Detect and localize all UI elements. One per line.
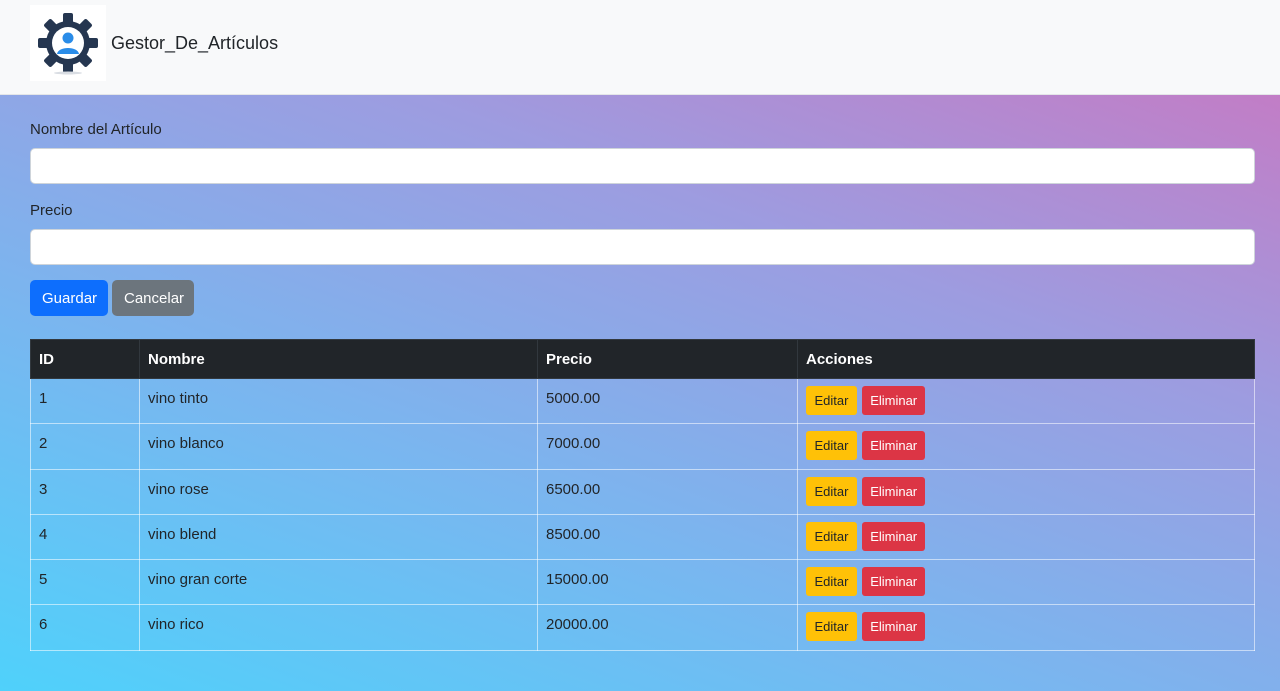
cell-actions: Editar Eliminar bbox=[797, 468, 1255, 515]
table-row: 2 vino blanco 7000.00 Editar Eliminar bbox=[30, 423, 1255, 470]
navbar: Gestor_De_Artículos bbox=[0, 0, 1280, 95]
delete-button[interactable]: Eliminar bbox=[862, 476, 926, 506]
delete-button[interactable]: Eliminar bbox=[862, 386, 926, 415]
table-row: 6 vino rico 20000.00 Editar Eliminar bbox=[30, 604, 1255, 651]
cell-nombre: vino rose bbox=[139, 468, 538, 515]
table-row: 4 vino blend 8500.00 Editar Eliminar bbox=[30, 513, 1255, 561]
brand-title[interactable]: Gestor_De_Artículos bbox=[111, 33, 278, 54]
brand-logo[interactable] bbox=[30, 5, 106, 81]
header-acciones: Acciones bbox=[797, 339, 1255, 379]
cell-precio: 7000.00 bbox=[537, 423, 798, 470]
edit-button[interactable]: Editar bbox=[806, 386, 857, 415]
cell-nombre: vino tinto bbox=[139, 377, 538, 425]
header-id: ID bbox=[30, 339, 140, 379]
price-input[interactable] bbox=[30, 229, 1255, 265]
table-row: 3 vino rose 6500.00 Editar Eliminar bbox=[30, 468, 1255, 515]
header-nombre: Nombre bbox=[139, 339, 538, 379]
table-row: 5 vino gran corte 15000.00 Editar Elimin… bbox=[30, 559, 1255, 606]
cell-precio: 15000.00 bbox=[537, 559, 798, 606]
cell-id: 3 bbox=[30, 468, 140, 515]
cell-precio: 5000.00 bbox=[537, 377, 798, 425]
name-input[interactable] bbox=[30, 148, 1255, 184]
cell-precio: 8500.00 bbox=[537, 513, 798, 561]
edit-button[interactable]: Editar bbox=[806, 476, 857, 506]
cell-nombre: vino blanco bbox=[139, 423, 538, 470]
articles-table: ID Nombre Precio Acciones 1 vino tinto 5… bbox=[30, 339, 1255, 651]
cell-actions: Editar Eliminar bbox=[797, 513, 1255, 561]
cell-actions: Editar Eliminar bbox=[797, 604, 1255, 651]
table-row: 1 vino tinto 5000.00 Editar Eliminar bbox=[30, 377, 1255, 425]
cancel-button[interactable]: Cancelar bbox=[112, 280, 194, 316]
cell-id: 1 bbox=[30, 377, 140, 425]
delete-button[interactable]: Eliminar bbox=[862, 521, 926, 551]
name-label: Nombre del Artículo bbox=[30, 121, 162, 138]
cell-nombre: vino blend bbox=[139, 513, 538, 561]
cell-actions: Editar Eliminar bbox=[797, 423, 1255, 470]
main-content: Nombre del Artículo Precio Guardar Cance… bbox=[0, 95, 1280, 691]
delete-button[interactable]: Eliminar bbox=[862, 431, 926, 461]
cell-actions: Editar Eliminar bbox=[797, 559, 1255, 606]
cell-nombre: vino gran corte bbox=[139, 559, 538, 606]
edit-button[interactable]: Editar bbox=[806, 521, 857, 551]
cell-id: 2 bbox=[30, 423, 140, 470]
price-label: Precio bbox=[30, 202, 73, 219]
edit-button[interactable]: Editar bbox=[806, 567, 857, 597]
cell-nombre: vino rico bbox=[139, 604, 538, 651]
table-header-row: ID Nombre Precio Acciones bbox=[30, 339, 1255, 379]
cell-id: 5 bbox=[30, 559, 140, 606]
cell-precio: 20000.00 bbox=[537, 604, 798, 651]
header-precio: Precio bbox=[537, 339, 798, 379]
delete-button[interactable]: Eliminar bbox=[862, 567, 926, 597]
edit-button[interactable]: Editar bbox=[806, 431, 857, 461]
cell-precio: 6500.00 bbox=[537, 468, 798, 515]
edit-button[interactable]: Editar bbox=[806, 612, 857, 642]
cell-id: 6 bbox=[30, 604, 140, 651]
save-button[interactable]: Guardar bbox=[30, 280, 108, 316]
delete-button[interactable]: Eliminar bbox=[862, 612, 926, 642]
cell-actions: Editar Eliminar bbox=[797, 377, 1255, 425]
cell-id: 4 bbox=[30, 513, 140, 561]
gear-user-icon bbox=[38, 13, 98, 75]
